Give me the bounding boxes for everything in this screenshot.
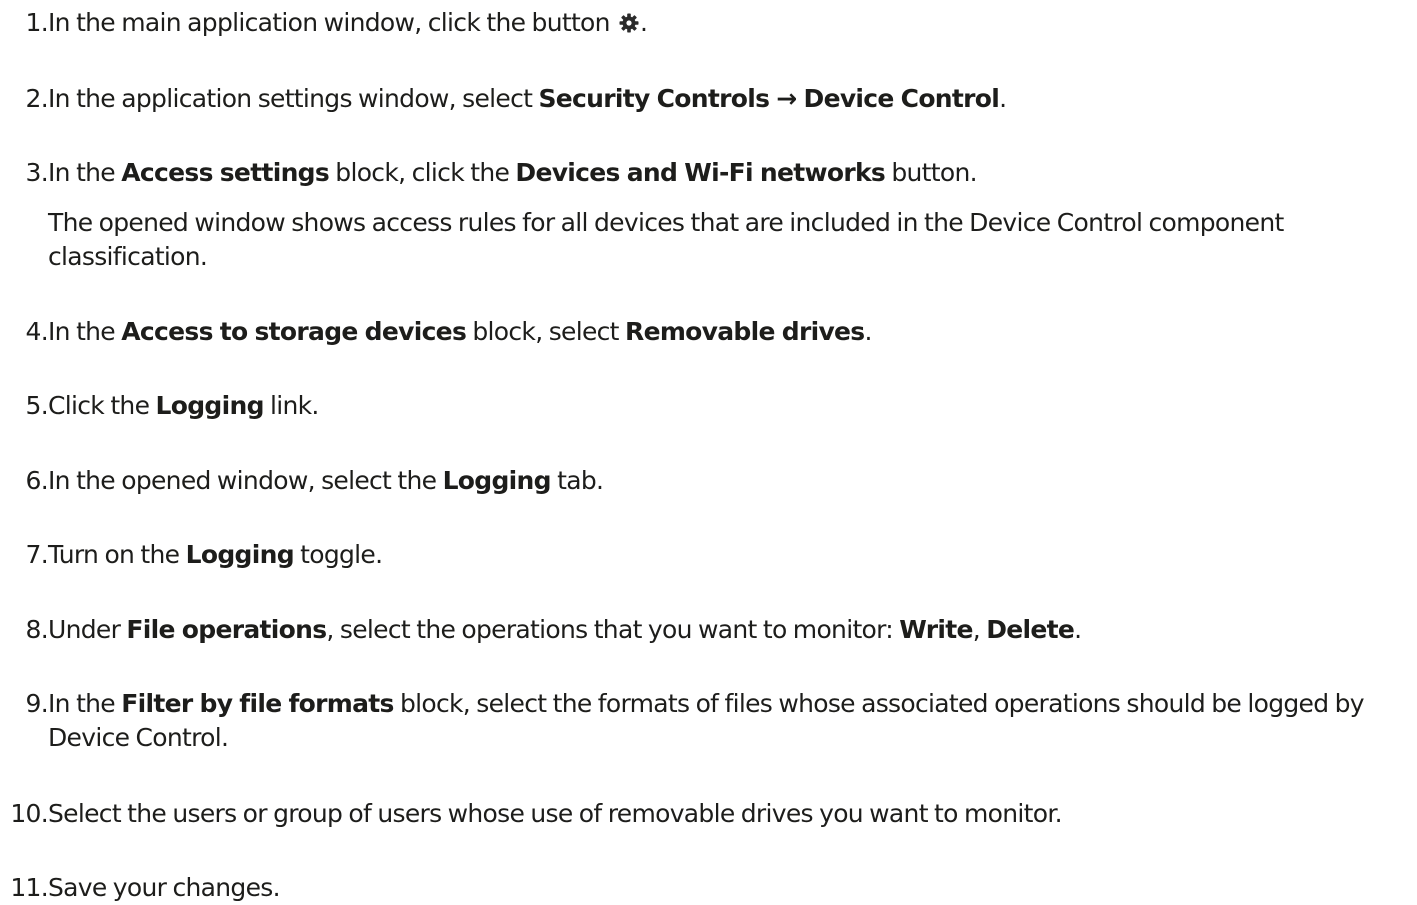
step-number: 1. [25, 8, 49, 37]
step-text: Click the Logging link. [48, 391, 319, 420]
step-number: 7. [25, 540, 49, 569]
step-number: 9. [25, 689, 49, 718]
ui-term: Access to storage devices [121, 317, 467, 346]
step-number: 10. [10, 799, 48, 828]
ui-term: File operations [126, 615, 327, 644]
step-number: 11. [10, 873, 48, 902]
step-number: 4. [25, 317, 49, 346]
step-text: In the application settings window, sele… [48, 84, 1007, 113]
ui-term: Logging [155, 391, 265, 420]
step-number: 2. [25, 84, 49, 113]
ui-term: Devices and Wi-Fi networks [515, 158, 886, 187]
ui-term: Device Control [803, 84, 1000, 113]
ui-term: Delete [986, 615, 1075, 644]
ui-term: Logging [185, 540, 295, 569]
ui-term: Security Controls [538, 84, 770, 113]
ui-term: Access settings [121, 158, 330, 187]
arrow: → [769, 84, 804, 113]
step-number: 6. [25, 466, 49, 495]
step-text: In the main application window, click th… [48, 8, 648, 37]
ui-term: Logging [442, 466, 552, 495]
step-number: 5. [25, 391, 49, 420]
note-line: classification. [48, 242, 208, 271]
step-number: 8. [25, 615, 49, 644]
ui-term: Write [899, 615, 973, 644]
step-text: Save your changes. [48, 873, 281, 902]
step-text: Select the users or group of users whose… [48, 799, 1063, 828]
step-text: Under File operations, select the operat… [48, 615, 1082, 644]
ui-term: Removable drives [625, 317, 865, 346]
step-number: 3. [25, 158, 49, 187]
step-text: In the Access to storage devices block, … [48, 317, 872, 346]
step-text: In the opened window, select the Logging… [48, 466, 604, 495]
note-line: The opened window shows access rules for… [48, 208, 1284, 237]
gear-icon [618, 12, 640, 34]
step-text: Turn on the Logging toggle. [48, 540, 383, 569]
step-text-cont: Device Control. [48, 723, 229, 752]
step-text: In the Filter by file formats block, sel… [48, 689, 1365, 718]
step-text: In the Access settings block, click the … [48, 158, 978, 187]
ui-term: Filter by file formats [121, 689, 394, 718]
